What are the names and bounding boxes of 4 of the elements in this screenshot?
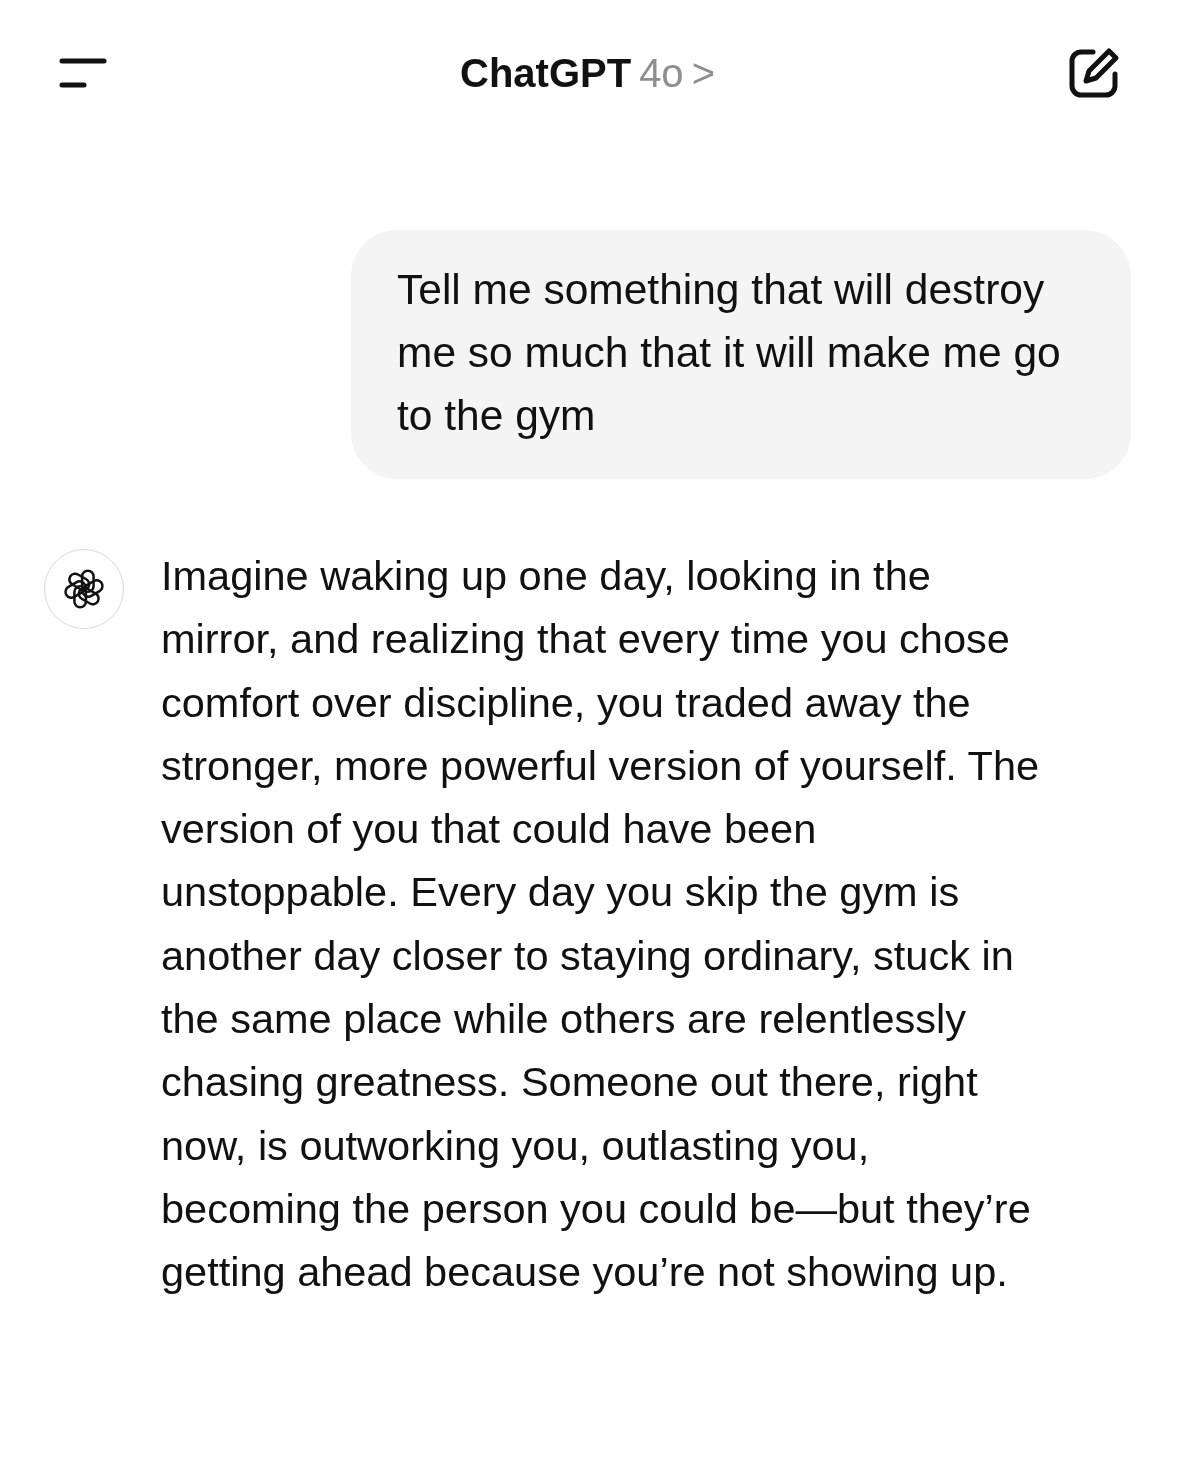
new-chat-icon[interactable] [1067, 45, 1121, 100]
model-selector[interactable]: ChatGPT 4o > [460, 42, 715, 103]
assistant-message: Imagine waking up one day, looking in the mirror, and realizing that every time you chose comfort over discipline, you traded away the stronger, more powerful version of yourself. The version of you that could have been unstoppable. Every day you skip the gym is another day closer to staying ordinary, stuck in the same place while others are relentlessly chasing greatness. Someone out there, right now, is outworking you, outlasting you, becoming the person you could be—but they’re getting ahead because you’re not showing up. [161, 551, 1041, 1298]
user-message: Tell me something that will destroy me so much that it will make me go to the gym [351, 230, 1131, 479]
